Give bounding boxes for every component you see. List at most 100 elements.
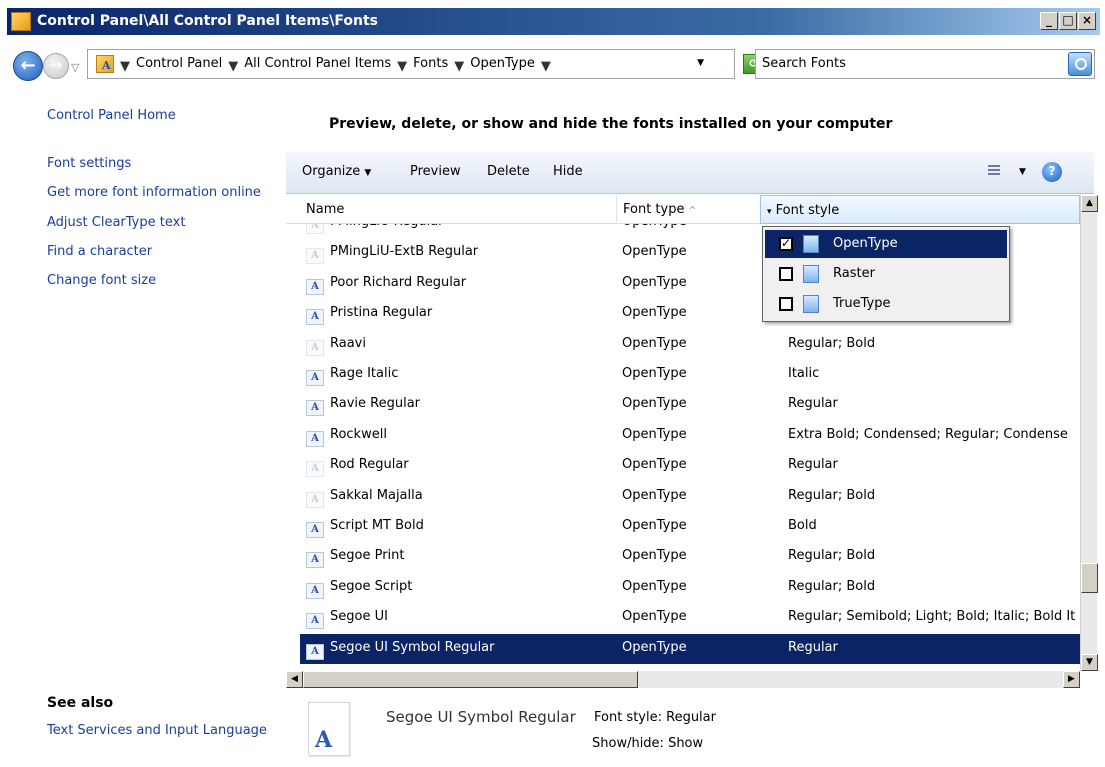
chevron-down-icon[interactable]: ▼ bbox=[541, 56, 551, 74]
command-bar: Organize ▼ Preview Delete Hide ▼ ? bbox=[286, 152, 1094, 194]
font-name: Poor Richard Regular bbox=[330, 274, 467, 290]
font-file-icon: A bbox=[306, 522, 324, 538]
vertical-scrollbar[interactable]: ▲ ▼ bbox=[1080, 195, 1098, 671]
font-type-cell: OpenType bbox=[622, 578, 687, 594]
font-type-cell: OpenType bbox=[622, 274, 687, 290]
recent-pages-dropdown[interactable]: ▽ bbox=[71, 61, 79, 74]
font-name: Rage Italic bbox=[330, 366, 399, 381]
font-file-icon: A bbox=[306, 370, 324, 386]
scroll-up-button[interactable]: ▲ bbox=[1081, 195, 1098, 212]
sidebar-item-cleartype[interactable]: Adjust ClearType text bbox=[47, 215, 185, 230]
horizontal-scrollbar[interactable]: ◀ ▶ bbox=[286, 671, 1080, 688]
close-button[interactable]: × bbox=[1078, 12, 1096, 30]
delete-button[interactable]: Delete bbox=[487, 164, 530, 179]
filter-checkbox-raster[interactable] bbox=[779, 267, 793, 281]
view-dropdown-icon[interactable]: ▼ bbox=[1019, 167, 1026, 177]
font-name-cell: A PMingLiU-ExtB Regular bbox=[306, 244, 479, 265]
filter-item-opentype[interactable]: OpenType bbox=[765, 230, 1007, 258]
view-options-icon[interactable] bbox=[982, 163, 1000, 179]
font-type-cell: OpenType bbox=[622, 224, 687, 229]
search-input[interactable]: Search Fonts bbox=[755, 49, 1095, 79]
scroll-down-button[interactable]: ▼ bbox=[1081, 654, 1098, 671]
font-name-cell: A Ravie Regular bbox=[306, 396, 421, 417]
font-style-cell: Extra Bold; Condensed; Regular; Condense bbox=[788, 426, 1068, 442]
organize-button[interactable]: Organize ▼ bbox=[302, 164, 371, 179]
sidebar-item-text-services[interactable]: Text Services and Input Language bbox=[47, 723, 267, 738]
address-history-dropdown-icon[interactable]: ▼ bbox=[697, 58, 704, 68]
font-name-cell: A Rockwell bbox=[306, 427, 387, 447]
filter-checkbox-opentype[interactable] bbox=[779, 236, 793, 251]
table-row[interactable]: A Raavi OpenType Regular; Bold bbox=[300, 330, 1080, 360]
filter-checkbox-truetype[interactable] bbox=[779, 297, 793, 311]
scroll-left-button[interactable]: ◀ bbox=[286, 671, 303, 688]
crumb-all-items[interactable]: All Control Panel Items bbox=[244, 56, 391, 74]
table-row[interactable]: A Script MT Bold OpenType Bold bbox=[300, 512, 1080, 542]
font-name: Script MT Bold bbox=[330, 518, 424, 533]
font-group-icon bbox=[803, 265, 819, 283]
font-file-icon: A bbox=[306, 339, 324, 356]
crumb-control-panel[interactable]: Control Panel bbox=[136, 56, 222, 74]
column-filter-dropdown-icon[interactable]: ▾ bbox=[767, 207, 772, 217]
table-row[interactable]: A Rod Regular OpenType Regular bbox=[300, 451, 1080, 481]
font-name-cell: A Segoe UI Symbol Regular bbox=[306, 640, 495, 660]
font-style-cell: Regular bbox=[788, 457, 838, 473]
scroll-right-button[interactable]: ▶ bbox=[1063, 671, 1080, 688]
help-icon[interactable]: ? bbox=[1042, 162, 1062, 182]
title-bar: Control Panel\All Control Panel Items\Fo… bbox=[7, 8, 1100, 35]
font-style-cell: Regular; Bold bbox=[788, 548, 876, 564]
sidebar-item-change-font-size[interactable]: Change font size bbox=[47, 273, 156, 288]
table-row[interactable]: A Rockwell OpenType Extra Bold; Condensed; … bbox=[300, 421, 1080, 451]
horizontal-scroll-thumb[interactable] bbox=[303, 671, 638, 688]
font-style-cell: Regular; Bold bbox=[788, 335, 876, 351]
sidebar-item-control-panel-home[interactable]: Control Panel Home bbox=[47, 108, 176, 123]
see-also-heading: See also bbox=[47, 695, 114, 711]
table-row[interactable]: A Segoe UI Symbol Regular OpenType Regular bbox=[300, 633, 1080, 664]
font-file-icon: A bbox=[306, 400, 324, 417]
table-row[interactable]: A Sakkal Majalla OpenType Regular; Bold bbox=[300, 482, 1080, 512]
hide-button[interactable]: Hide bbox=[553, 164, 583, 179]
table-row[interactable]: A Segoe Script OpenType Regular; Bold bbox=[300, 573, 1080, 603]
column-font-style[interactable]: ▾ Font style bbox=[760, 195, 1080, 224]
font-type-cell: OpenType bbox=[622, 426, 687, 442]
chevron-right-icon[interactable]: ▼ bbox=[454, 56, 464, 74]
details-font-style: Font style: Regular bbox=[594, 710, 716, 725]
preview-button[interactable]: Preview bbox=[410, 164, 461, 179]
column-name[interactable]: Name bbox=[300, 195, 616, 224]
column-font-type[interactable]: Font type ^ bbox=[616, 195, 760, 224]
crumb-opentype[interactable]: OpenType bbox=[470, 56, 535, 74]
font-name: Rod Regular bbox=[330, 457, 409, 473]
back-button[interactable]: ← bbox=[13, 51, 43, 81]
filter-item-truetype[interactable]: TrueType bbox=[765, 290, 1007, 318]
font-name-cell: A Raavi bbox=[306, 336, 366, 356]
font-name-cell: A Rage Italic bbox=[306, 366, 398, 386]
table-row[interactable]: A Segoe UI OpenType Regular; Semibold; Ligh… bbox=[300, 603, 1080, 633]
maximize-button[interactable]: □ bbox=[1059, 12, 1077, 30]
table-row[interactable]: A Rage Italic OpenType Italic bbox=[300, 360, 1080, 390]
breadcrumb[interactable]: ▼ Control Panel ▼ All Control Panel Item… bbox=[87, 49, 735, 79]
chevron-right-icon[interactable]: ▼ bbox=[397, 56, 407, 74]
sidebar-item-more-font-info[interactable]: Get more font information online bbox=[47, 185, 261, 200]
font-name: PMingLiU Regular bbox=[330, 224, 444, 229]
filter-item-raster[interactable]: Raster bbox=[765, 260, 1007, 288]
minimize-button[interactable]: _ bbox=[1040, 12, 1058, 30]
font-name: Ravie Regular bbox=[330, 396, 421, 412]
chevron-right-icon[interactable]: ▼ bbox=[228, 56, 238, 74]
font-type-cell: OpenType bbox=[622, 609, 687, 625]
vertical-scroll-thumb[interactable] bbox=[1081, 563, 1098, 593]
font-type-cell: OpenType bbox=[622, 548, 687, 564]
crumb-fonts[interactable]: Fonts bbox=[413, 56, 448, 74]
forward-button[interactable]: → bbox=[43, 53, 69, 79]
sidebar-item-find-character[interactable]: Find a character bbox=[47, 244, 152, 259]
filter-label: TrueType bbox=[833, 296, 891, 311]
table-row[interactable]: A Ravie Regular OpenType Regular bbox=[300, 390, 1080, 420]
table-row[interactable]: A Segoe Print OpenType Regular; Bold bbox=[300, 542, 1080, 572]
fonts-folder-icon bbox=[96, 55, 114, 73]
chevron-right-icon[interactable]: ▼ bbox=[120, 56, 130, 74]
font-name: PMingLiU-ExtB Regular bbox=[330, 244, 479, 260]
font-file-icon: A bbox=[306, 582, 324, 599]
font-file-icon: A bbox=[306, 309, 324, 326]
font-style-filter-menu: OpenType Raster TrueType bbox=[762, 226, 1010, 322]
font-group-icon bbox=[803, 295, 819, 313]
search-icon[interactable] bbox=[1068, 52, 1092, 76]
sidebar-item-font-settings[interactable]: Font settings bbox=[47, 156, 131, 171]
